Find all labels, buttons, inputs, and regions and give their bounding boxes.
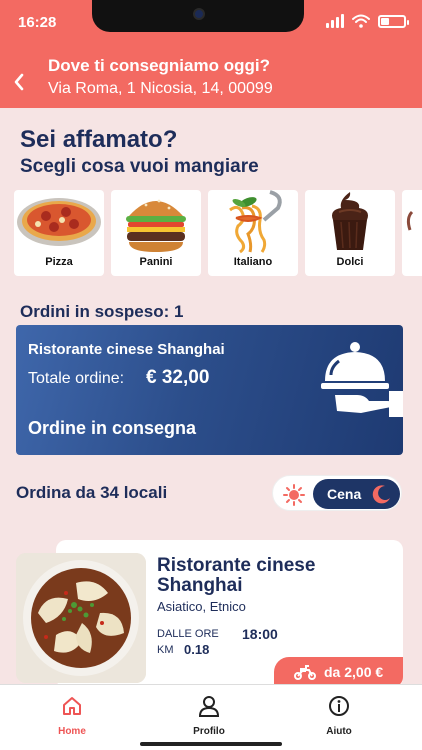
- cloche-serving-icon: [321, 342, 403, 417]
- category-next-partial[interactable]: [402, 190, 422, 276]
- order-total-label: Totale ordine:: [28, 370, 125, 387]
- battery-icon: [378, 14, 409, 28]
- hours-label: DALLE ORE: [157, 628, 219, 640]
- back-button[interactable]: [12, 72, 32, 94]
- category-pizza[interactable]: Pizza: [14, 190, 104, 276]
- user-icon: [198, 696, 220, 717]
- distance-value: 0.18: [184, 642, 210, 657]
- status-time: 16:28: [18, 14, 57, 31]
- sun-icon[interactable]: [283, 484, 305, 506]
- camera-icon: [193, 8, 205, 20]
- order-total-value: € 32,00: [146, 367, 210, 388]
- nav-help[interactable]: Aiuto: [299, 695, 379, 737]
- dumplings-image: [16, 553, 146, 683]
- info-icon: [329, 696, 349, 716]
- nav-label: Profilo: [193, 726, 225, 737]
- nav-label: Home: [58, 726, 86, 737]
- wifi-icon: [352, 14, 370, 28]
- header-bar: 16:28 Dove ti consegniamo oggi? Via Roma…: [0, 0, 422, 108]
- delivery-question: Dove ti consegniamo oggi?: [48, 56, 270, 75]
- category-label: Italiano: [233, 256, 273, 268]
- delivery-fee-badge: da 2,00 €: [274, 657, 403, 687]
- category-label: Panini: [139, 256, 173, 268]
- venues-count-title: Ordina da 34 locali: [16, 483, 168, 502]
- category-dolci[interactable]: Dolci: [305, 190, 395, 276]
- category-carousel[interactable]: Pizza Panini Italiano Dolci: [14, 190, 422, 280]
- toggle-selected-pill[interactable]: Cena: [313, 479, 400, 509]
- food-icon: [406, 210, 414, 231]
- delivery-address[interactable]: Via Roma, 1 Nicosia, 14, 00099: [48, 80, 273, 98]
- category-panini[interactable]: Panini: [111, 190, 201, 276]
- category-label: Dolci: [336, 256, 364, 268]
- pending-restaurant-name: Ristorante cinese Shanghai: [28, 341, 225, 358]
- order-status: Ordine in consegna: [28, 418, 197, 438]
- home-indicator: [140, 742, 282, 746]
- distance-label: KM: [157, 644, 174, 656]
- restaurant-cuisine: Asiatico, Etnico: [157, 599, 246, 614]
- restaurant-name: Ristorante cinese Shanghai: [157, 555, 316, 596]
- category-italiano[interactable]: Italiano: [208, 190, 298, 276]
- category-label: Pizza: [45, 256, 73, 268]
- cupcake-icon: [332, 192, 368, 250]
- pizza-icon: [17, 198, 101, 246]
- nav-profile[interactable]: Profilo: [169, 695, 249, 737]
- scooter-icon: [294, 665, 316, 680]
- page-title: Sei affamato?: [20, 126, 178, 153]
- home-icon: [63, 697, 81, 715]
- restaurant-image[interactable]: [16, 553, 146, 683]
- nav-label: Aiuto: [326, 726, 352, 737]
- pending-orders-title: Ordini in sospeso: 1: [20, 302, 184, 321]
- moon-icon: [372, 485, 390, 504]
- chevron-left-icon: [14, 73, 24, 91]
- burger-icon: [126, 199, 186, 252]
- hours-value: 18:00: [242, 626, 278, 642]
- nav-home[interactable]: Home: [32, 695, 112, 737]
- pending-order-card[interactable]: Ristorante cinese Shanghai Totale ordine…: [16, 325, 403, 455]
- day-night-toggle[interactable]: Cena: [272, 475, 402, 511]
- pasta-icon: [229, 190, 282, 254]
- page-subtitle: Scegli cosa vuoi mangiare: [20, 156, 259, 177]
- toggle-selected-label: Cena: [327, 486, 362, 502]
- status-icons: [326, 14, 409, 28]
- delivery-fee-value: da 2,00 €: [324, 664, 384, 680]
- bottom-navigation: Home Profilo Aiuto: [0, 684, 422, 750]
- signal-icon: [326, 14, 344, 28]
